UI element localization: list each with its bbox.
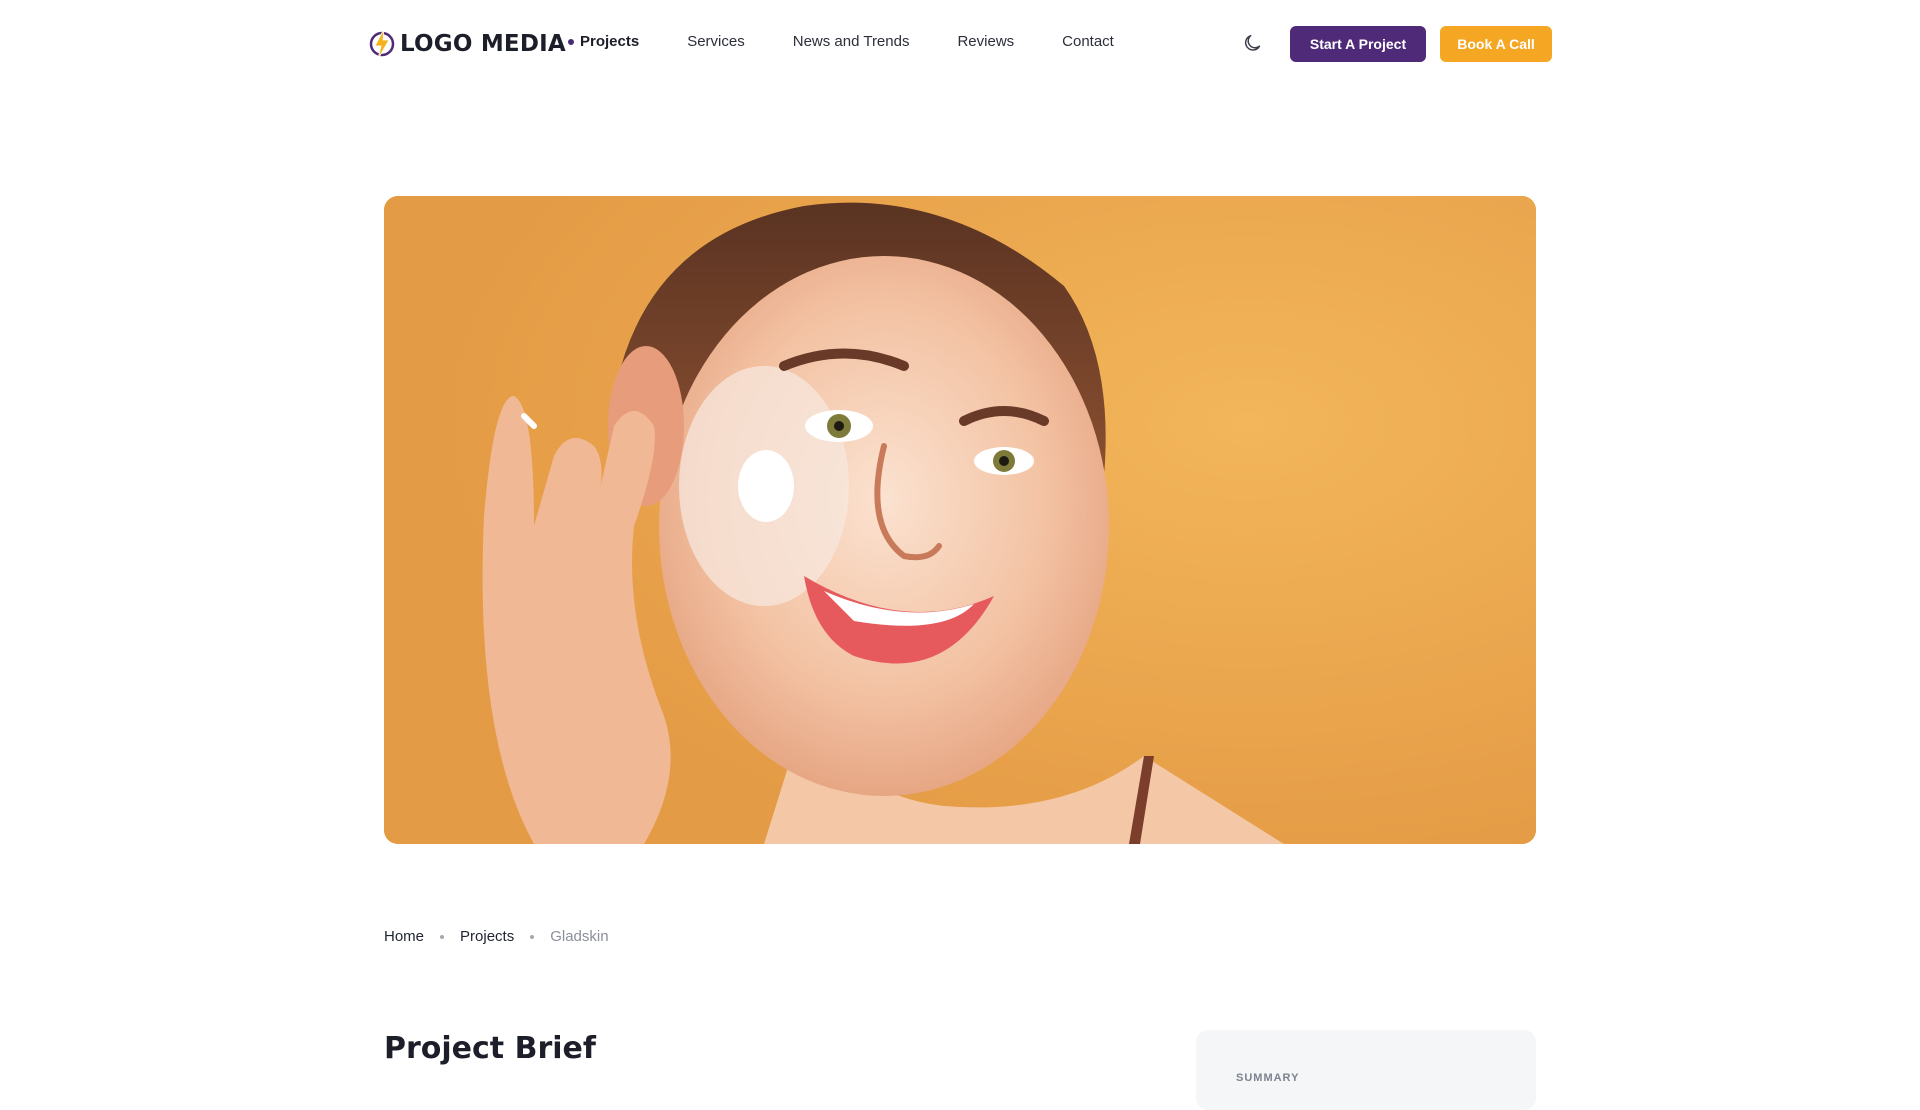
nav-item-services[interactable]: Services [687, 33, 745, 50]
summary-label: SUMMARY [1236, 1072, 1300, 1084]
summary-card: SUMMARY [1196, 1030, 1536, 1110]
breadcrumb-separator [530, 934, 535, 939]
lightning-logo-icon [369, 28, 395, 60]
nav-item-contact[interactable]: Contact [1062, 33, 1114, 50]
active-dot-icon [568, 38, 574, 45]
breadcrumb-home[interactable]: Home [384, 928, 424, 945]
start-project-button[interactable]: Start A Project [1290, 26, 1426, 62]
logo-text: LOGO MEDIA [400, 31, 566, 57]
main-nav: Projects Services News and Trends Review… [568, 33, 1114, 50]
breadcrumb-projects[interactable]: Projects [460, 928, 514, 945]
hero-image [384, 196, 1536, 844]
nav-item-projects[interactable]: Projects [568, 33, 639, 50]
breadcrumb-separator [440, 934, 445, 939]
book-call-button[interactable]: Book A Call [1440, 26, 1552, 62]
nav-label: Projects [580, 33, 640, 50]
moon-icon[interactable] [1242, 32, 1264, 54]
nav-item-reviews[interactable]: Reviews [957, 33, 1014, 50]
breadcrumb-current: Gladskin [550, 928, 609, 945]
breadcrumb: Home Projects Gladskin [384, 928, 609, 945]
logo[interactable]: LOGO MEDIA [368, 26, 566, 62]
hero-illustration [384, 196, 1536, 844]
project-brief-heading: Project Brief [384, 1031, 596, 1066]
site-header: LOGO MEDIA Projects Services News and Tr… [0, 0, 1920, 88]
nav-item-news[interactable]: News and Trends [793, 33, 910, 50]
